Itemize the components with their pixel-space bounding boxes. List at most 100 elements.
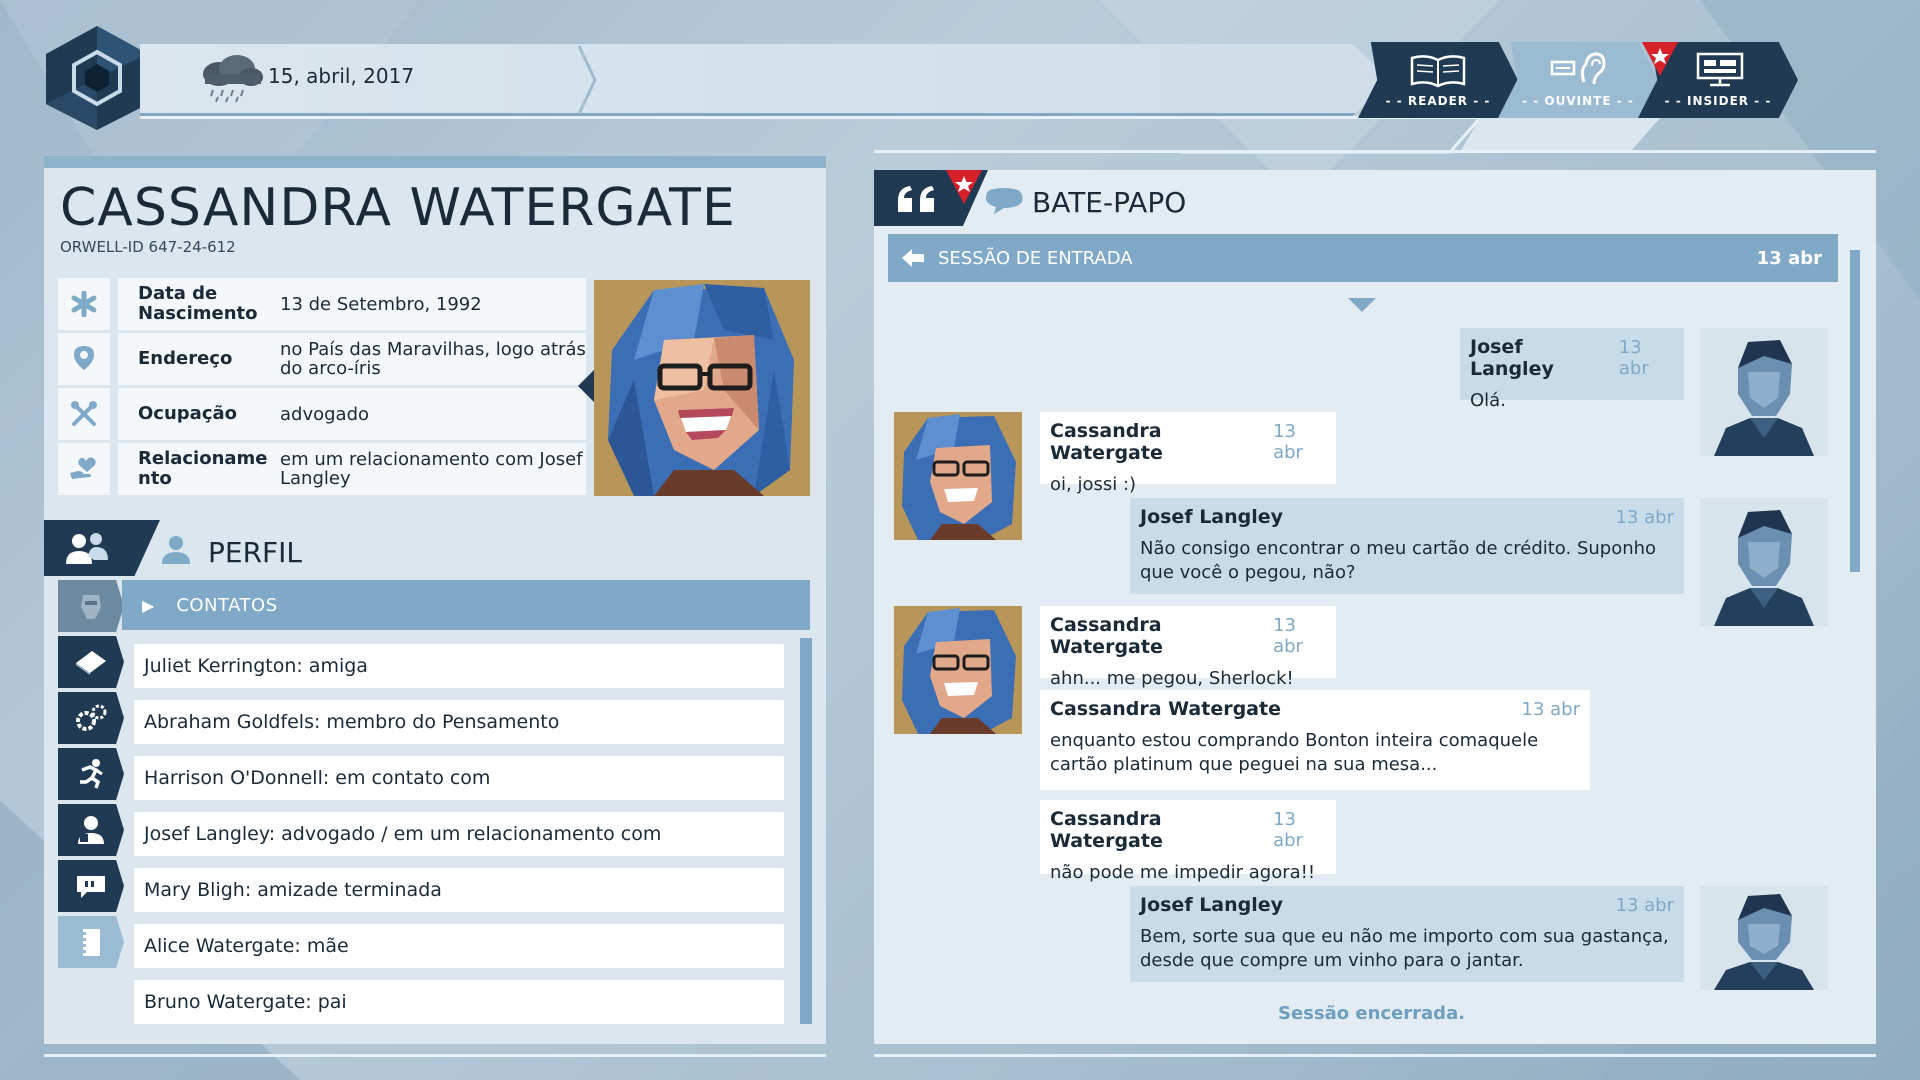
side-nav-face[interactable] xyxy=(58,580,124,632)
avatar-josef xyxy=(1700,498,1828,626)
portrait-pointer xyxy=(578,370,594,402)
info-label-occupation: Ocupação xyxy=(138,403,237,424)
mode-tab-insider-label: - - INSIDER - - xyxy=(1664,94,1772,108)
info-row-birthdate: Data de Nascimento 13 de Setembro, 1992 xyxy=(58,278,586,330)
mode-tab-reader[interactable]: - - READER - - xyxy=(1358,42,1518,118)
message-text: não pode me impedir agora!! xyxy=(1050,862,1316,883)
mode-tab-ouvinte-label: - - OUVINTE - - xyxy=(1522,94,1634,108)
message-author: Cassandra Watergate xyxy=(1050,808,1163,852)
info-value-address: no País das Maravilhas, logo atrás do ar… xyxy=(280,339,586,379)
rain-cloud-icon xyxy=(203,55,263,103)
book-icon xyxy=(1410,55,1466,88)
perfil-title: PERFIL xyxy=(208,536,302,569)
avatar-cassandra xyxy=(894,412,1022,540)
message-time: 13 abr xyxy=(1273,615,1303,657)
avatar-cassandra xyxy=(894,606,1022,734)
contacts-scrollbar[interactable] xyxy=(800,638,812,1024)
contacts-section-label: CONTATOS xyxy=(176,594,278,616)
ear-icon xyxy=(1550,52,1606,85)
message-text: Olá. xyxy=(1470,390,1506,411)
info-value-occupation: advogado xyxy=(280,403,370,425)
chat-message-cassandra[interactable]: Cassandra Watergate 13 abr oi, jossi :) xyxy=(1040,412,1336,495)
orwell-logo-icon[interactable] xyxy=(42,24,152,132)
document-icon xyxy=(76,651,106,675)
message-author: Cassandra Watergate xyxy=(1050,614,1163,658)
chat-message-cassandra[interactable]: Cassandra Watergate 13 abr enquanto estou… xyxy=(1040,690,1590,790)
running-icon xyxy=(80,759,103,789)
mode-tab-ouvinte[interactable]: - - OUVINTE - - xyxy=(1498,42,1658,118)
info-row-address: Endereço no País das Maravilhas, logo at… xyxy=(58,333,586,385)
profile-panel-bottomline xyxy=(44,1054,826,1057)
chat-message-josef[interactable]: Josef Langley 13 abr Não consigo encontra… xyxy=(1130,498,1684,594)
side-nav-document[interactable] xyxy=(58,636,124,688)
chat-message-cassandra[interactable]: Cassandra Watergate 13 abr ahn... me pego… xyxy=(1040,606,1336,689)
contact-item[interactable]: Alice Watergate: mãe xyxy=(134,924,784,968)
chat-title: BATE-PAPO xyxy=(1032,186,1187,219)
session-start-date: 13 abr xyxy=(1756,247,1822,269)
caret-right-icon: ▶ xyxy=(142,595,155,615)
chat-bubble-icon xyxy=(77,876,105,898)
message-time: 13 abr xyxy=(1618,337,1649,379)
quote-icon xyxy=(898,186,934,212)
side-nav-person-badge[interactable] xyxy=(58,804,124,856)
contact-item[interactable]: Mary Bligh: amizade terminada xyxy=(134,868,784,912)
info-label-birthdate: Data de Nascimento xyxy=(138,283,258,324)
chat-message-josef[interactable]: Josef Langley 13 abr Olá. xyxy=(1460,328,1684,411)
person-icon xyxy=(162,536,190,564)
info-label-address: Endereço xyxy=(138,348,233,369)
profile-portrait xyxy=(594,280,810,496)
side-nav-notepad[interactable] xyxy=(58,916,124,968)
profile-panel-topstrip xyxy=(44,156,826,168)
contacts-section-header[interactable]: ▶ CONTATOS xyxy=(122,580,810,630)
message-time: 13 abr xyxy=(1273,421,1303,463)
profile-name: CASSANDRA WATERGATE xyxy=(60,178,736,238)
chat-panel-topline xyxy=(874,150,1876,153)
session-ended-label: Sessão encerrada. xyxy=(1278,1003,1466,1024)
side-nav-chat[interactable] xyxy=(58,860,124,912)
chat-message-cassandra[interactable]: Cassandra Watergate 13 abr não pode me im… xyxy=(1040,800,1336,883)
message-text: ahn... me pegou, Sherlock! xyxy=(1050,668,1294,689)
message-text: enquanto estou comprando Bonton inteira … xyxy=(1050,730,1539,775)
arrow-left-icon xyxy=(902,249,924,267)
face-icon xyxy=(81,595,101,619)
orwell-id: ORWELL-ID 647-24-612 xyxy=(60,238,236,256)
info-row-occupation: Ocupação advogado xyxy=(58,388,586,440)
message-author: Josef Langley xyxy=(1470,336,1554,380)
message-time: 13 abr xyxy=(1521,699,1580,720)
chat-message-josef[interactable]: Josef Langley 13 abr Bem, sorte sua que e… xyxy=(1130,886,1684,982)
contact-item[interactable]: Juliet Kerrington: amiga xyxy=(134,644,784,688)
active-tab-underline xyxy=(1460,118,1660,152)
tools-icon xyxy=(58,388,110,440)
avatar-josef xyxy=(1700,886,1828,990)
current-date: 15, abril, 2017 xyxy=(268,64,415,88)
topbar-slant-line xyxy=(1180,118,1480,154)
session-start-bar[interactable]: SESSÃO DE ENTRADA 13 abr xyxy=(888,234,1838,282)
speech-bubble-icon xyxy=(986,188,1023,214)
info-value-relationship: em um relacionamento com Josef Langley xyxy=(280,449,583,489)
info-row-relationship: Relacioname nto em um relacionamento com… xyxy=(58,443,586,495)
contacts-list: Juliet Kerrington: amiga Abraham Goldfel… xyxy=(134,644,784,1036)
monitor-icon xyxy=(1696,52,1744,87)
contact-item[interactable]: Josef Langley: advogado / em um relacion… xyxy=(134,812,784,856)
heart-hand-icon xyxy=(58,443,110,495)
contact-item[interactable]: Harrison O'Donnell: em contato com xyxy=(134,756,784,800)
mode-tab-reader-label: - - READER - - xyxy=(1385,94,1491,108)
message-author: Cassandra Watergate xyxy=(1050,420,1163,464)
person-badge-icon xyxy=(78,816,104,844)
chevron-down-icon[interactable] xyxy=(1348,298,1376,312)
location-pin-icon xyxy=(58,333,110,385)
message-text: oi, jossi :) xyxy=(1050,474,1137,495)
message-time: 13 abr xyxy=(1273,809,1303,851)
chat-panel-bottomline xyxy=(874,1054,1876,1057)
message-author: Josef Langley xyxy=(1140,894,1284,916)
profile-side-nav xyxy=(58,580,124,972)
contact-item[interactable]: Abraham Goldfels: membro do Pensamento xyxy=(134,700,784,744)
notepad-icon xyxy=(80,929,100,956)
group-people-icon xyxy=(66,533,108,564)
message-time: 13 abr xyxy=(1615,507,1674,528)
side-nav-gears[interactable] xyxy=(58,692,124,744)
contact-item[interactable]: Bruno Watergate: pai xyxy=(134,980,784,1024)
info-value-birthdate: 13 de Setembro, 1992 xyxy=(280,293,482,315)
side-nav-running[interactable] xyxy=(58,748,124,800)
chat-scrollbar[interactable] xyxy=(1850,250,1860,572)
